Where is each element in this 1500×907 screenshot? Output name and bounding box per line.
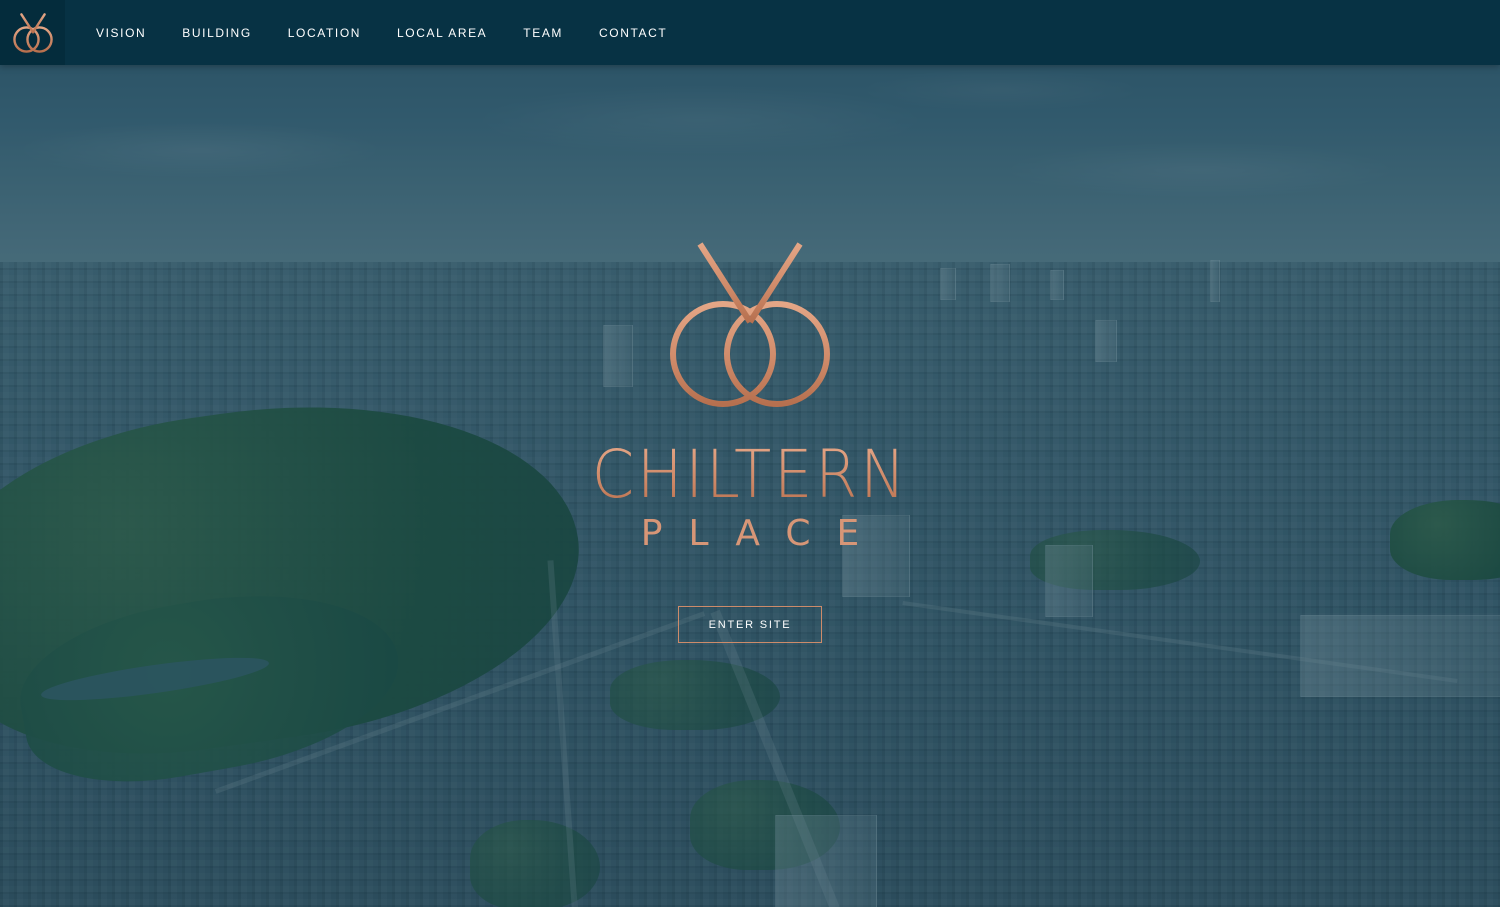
- nav-item-vision[interactable]: VISION: [96, 26, 146, 40]
- chiltern-rings-logo-icon: [12, 12, 53, 53]
- brand-name: CHILTERN: [575, 440, 925, 510]
- brand-subtitle: PLACE: [640, 513, 886, 554]
- chiltern-rings-emblem-icon: [670, 242, 830, 407]
- nav-item-contact[interactable]: CONTACT: [599, 26, 667, 40]
- home-logo-link[interactable]: [0, 0, 65, 65]
- nav-item-local-area[interactable]: LOCAL AREA: [397, 26, 487, 40]
- nav-item-building[interactable]: BUILDING: [182, 26, 251, 40]
- main-menu: VISION BUILDING LOCATION LOCAL AREA TEAM…: [65, 0, 703, 65]
- landing-page: VISION BUILDING LOCATION LOCAL AREA TEAM…: [0, 0, 1500, 907]
- top-navigation-bar: VISION BUILDING LOCATION LOCAL AREA TEAM…: [0, 0, 1500, 65]
- nav-item-team[interactable]: TEAM: [523, 26, 563, 40]
- nav-item-location[interactable]: LOCATION: [288, 26, 361, 40]
- hero-section: CHILTERN PLACE ENTER SITE: [0, 0, 1500, 907]
- enter-site-button[interactable]: ENTER SITE: [678, 606, 822, 643]
